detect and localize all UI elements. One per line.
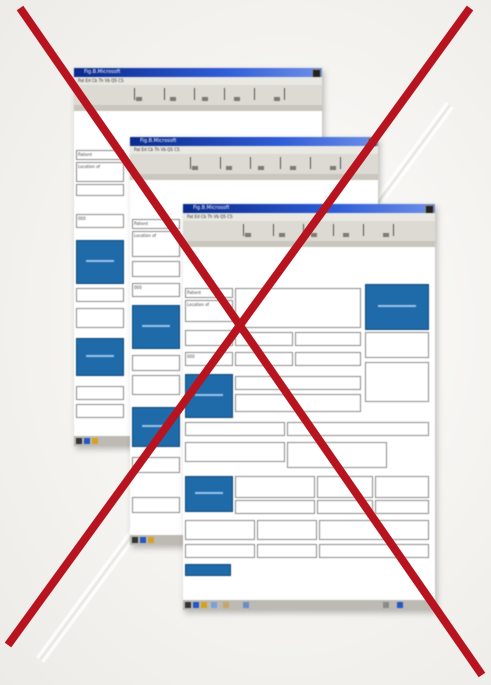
field-row: [132, 375, 180, 395]
cell: [185, 422, 285, 436]
field-row: [132, 497, 180, 513]
cell: [185, 442, 285, 462]
field-value: 000: [132, 283, 180, 297]
status-strip: [130, 174, 378, 180]
field-patient: Patient: [132, 219, 180, 229]
window-title: Fig.B.Microsoft: [140, 138, 177, 144]
header-cell: [235, 288, 361, 328]
cell: [257, 520, 317, 540]
blue-panel: [76, 240, 124, 284]
window-title: Fig.B.Microsoft: [84, 69, 121, 75]
toolbar: Pat Ed Cb Th Vb QS CS: [130, 146, 378, 154]
cell: [375, 500, 429, 514]
field-row: [76, 308, 124, 328]
toolbar: Pat Ed Cb Th Vb QS CS: [183, 213, 435, 221]
cell: [317, 500, 373, 514]
field-empty: [132, 261, 180, 277]
screenshot-front: Fig.B.Microsoft Pat Ed Cb Th Vb QS CS Pa…: [183, 204, 435, 610]
blue-panel: [132, 305, 180, 349]
cell: [235, 332, 293, 346]
field-row: [76, 288, 124, 302]
field-patient: Patient: [76, 150, 124, 160]
window-title: Fig.B.Microsoft: [193, 205, 230, 211]
field-row: [76, 404, 124, 418]
ribbon: [74, 85, 322, 106]
cell: [365, 332, 429, 358]
ribbon: [183, 221, 435, 242]
blue-panel: [76, 338, 124, 376]
blue-panel: [132, 407, 180, 447]
toolbar: Pat Ed Cb Th Vb QS CS: [74, 77, 322, 85]
blue-panel: [185, 374, 233, 418]
cell: [287, 442, 387, 468]
field-row: [132, 457, 180, 473]
cell: [319, 544, 429, 558]
ribbon: [130, 154, 378, 175]
cell: [235, 352, 293, 366]
field-value: 000: [185, 352, 233, 366]
title-bar: Fig.B.Microsoft: [183, 204, 435, 214]
field-row: [132, 355, 180, 371]
field-value: 000: [76, 214, 124, 228]
status-strip: [183, 241, 435, 247]
cell: [235, 394, 361, 412]
cell: [365, 362, 429, 402]
title-bar: Fig.B.Microsoft: [130, 137, 378, 147]
field-location: Location of: [185, 300, 233, 322]
status-strip: [74, 105, 322, 111]
cell: [287, 422, 429, 436]
field-location: Location of: [132, 231, 180, 257]
taskbar: [183, 600, 435, 610]
cell: [319, 520, 429, 540]
cell: [185, 520, 255, 540]
field-empty: [76, 184, 124, 196]
field-patient: Patient: [185, 288, 233, 298]
field-location: Location of: [76, 162, 124, 182]
cell: [235, 476, 315, 498]
blue-strip: [185, 564, 231, 576]
field-empty: [185, 330, 233, 346]
blue-panel: [365, 284, 429, 330]
cell: [235, 376, 361, 390]
cell: [375, 476, 429, 498]
cell: [317, 476, 373, 498]
field-row: [76, 386, 124, 400]
cell: [257, 544, 317, 558]
cell: [185, 544, 255, 558]
cell: [235, 500, 315, 514]
cell: [295, 352, 361, 366]
blue-panel: [185, 476, 233, 512]
title-bar: Fig.B.Microsoft: [74, 68, 322, 78]
cell: [295, 332, 361, 346]
